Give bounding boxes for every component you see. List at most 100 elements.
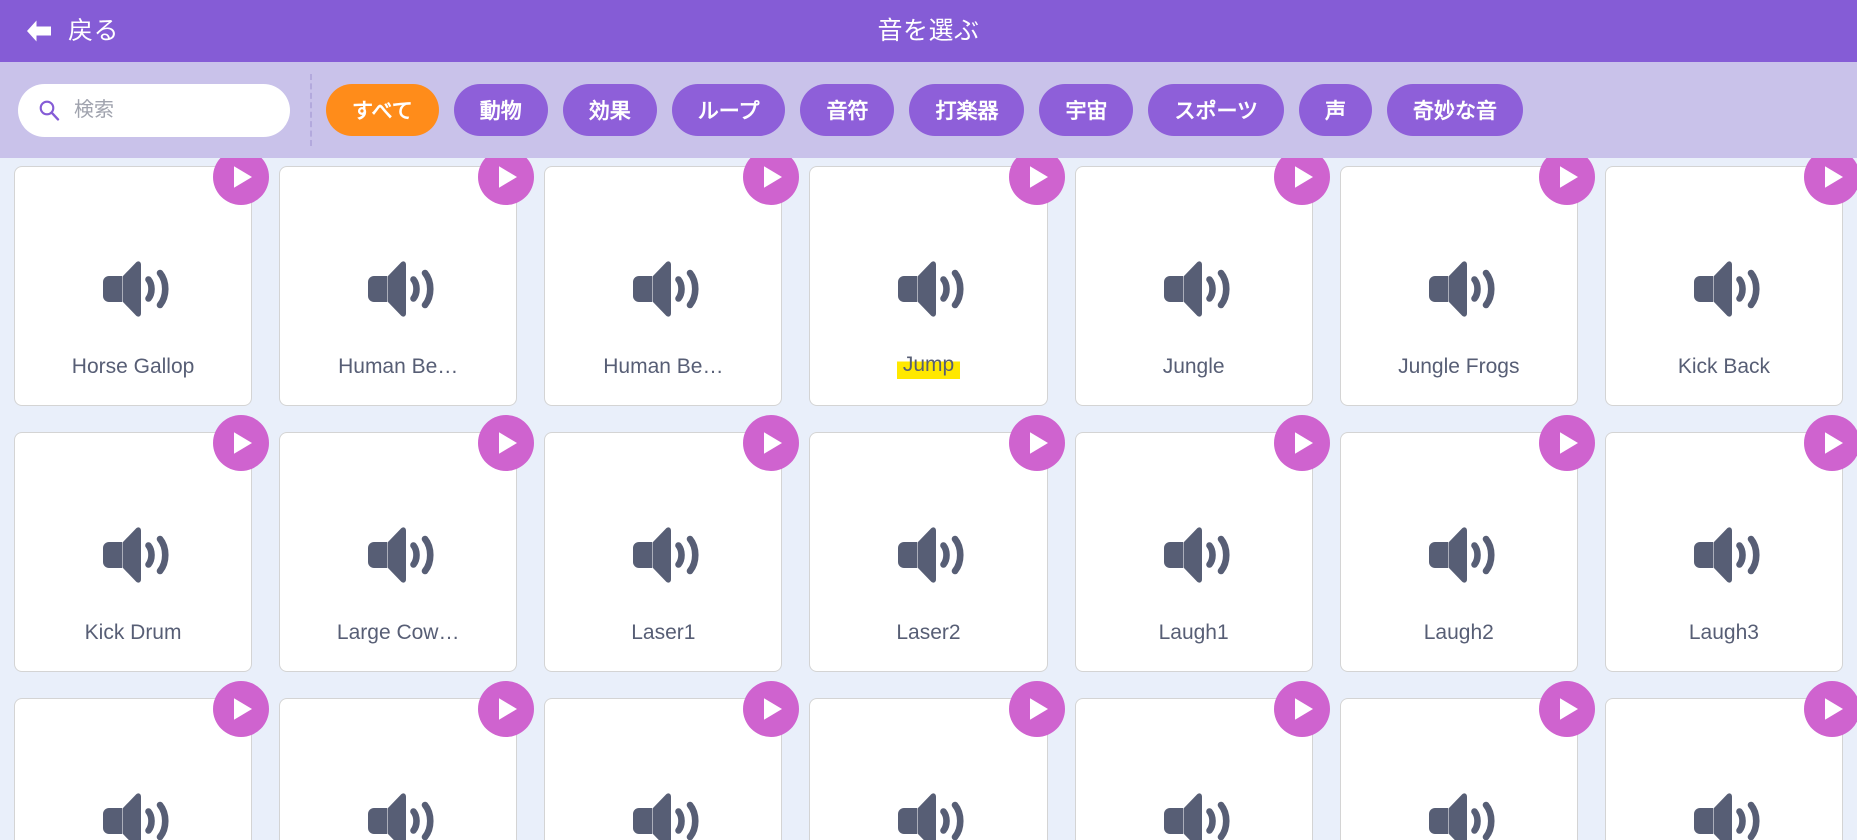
category-pill-5[interactable]: 打楽器	[909, 84, 1025, 136]
speaker-icon	[357, 254, 439, 324]
sound-card-label: Kick Back	[1677, 354, 1771, 378]
speaker-icon	[887, 520, 969, 590]
sound-card-label: Large Cow…	[336, 620, 460, 644]
play-button[interactable]	[743, 158, 800, 205]
sound-card[interactable]	[279, 681, 535, 840]
speaker-icon	[1153, 254, 1235, 324]
sound-card[interactable]: Laugh3	[1604, 415, 1857, 672]
sound-card-label: Horse Gallop	[71, 354, 195, 378]
speaker-icon	[1683, 254, 1765, 324]
sound-card-label-wrap: Kick Back	[1606, 355, 1842, 379]
sound-card-label-wrap: Human Be…	[280, 355, 516, 379]
play-button[interactable]	[478, 415, 535, 471]
sound-card[interactable]: Laugh1	[1074, 415, 1330, 672]
back-label: 戻る	[68, 16, 120, 45]
sound-card[interactable]: Kick Drum	[14, 415, 270, 672]
speaker-icon	[92, 254, 174, 324]
sound-card[interactable]: Laser2	[809, 415, 1065, 672]
sound-card[interactable]	[544, 681, 800, 840]
play-button[interactable]	[1538, 681, 1595, 737]
play-button[interactable]	[213, 158, 270, 205]
play-icon	[1557, 430, 1581, 456]
play-button[interactable]	[743, 415, 800, 471]
speaker-icon	[1153, 786, 1235, 840]
play-button[interactable]	[1008, 681, 1065, 737]
search-box[interactable]	[18, 83, 290, 137]
sound-card-label-highlighted: Jump	[896, 352, 961, 379]
category-pill-7[interactable]: スポーツ	[1148, 84, 1285, 136]
sound-grid-scroll-area[interactable]: Horse Gallop Human Be… Human Be… Jump Jungle…	[0, 158, 1857, 840]
play-icon	[1027, 164, 1051, 190]
play-button[interactable]	[1273, 158, 1330, 205]
sound-card-label-wrap: Laser2	[810, 621, 1046, 645]
filter-divider	[310, 74, 312, 146]
sound-card[interactable]: Horse Gallop	[14, 158, 270, 406]
speaker-icon	[92, 786, 174, 840]
filter-bar: すべて動物効果ループ音符打楽器宇宙スポーツ声奇妙な音	[0, 62, 1857, 158]
play-button[interactable]	[1803, 681, 1857, 737]
speaker-icon	[622, 786, 704, 840]
play-button[interactable]	[1538, 415, 1595, 471]
play-icon	[496, 164, 520, 190]
play-icon	[1822, 696, 1846, 722]
sound-card[interactable]: Human Be…	[279, 158, 535, 406]
sound-card[interactable]	[1604, 681, 1857, 840]
play-button[interactable]	[743, 681, 800, 737]
page-title: 音を選ぶ	[877, 16, 980, 45]
category-pill-4[interactable]: 音符	[800, 84, 895, 136]
sound-card-label-wrap: Laser1	[545, 621, 781, 645]
search-icon	[38, 99, 60, 121]
play-button[interactable]	[478, 158, 535, 205]
play-button[interactable]	[1538, 158, 1595, 205]
sound-card[interactable]: Jungle Frogs	[1339, 158, 1595, 406]
back-button[interactable]: 戻る	[18, 0, 125, 62]
play-button[interactable]	[1008, 158, 1065, 205]
play-icon	[1292, 696, 1316, 722]
play-button[interactable]	[213, 681, 270, 737]
sound-card-label: Laugh1	[1158, 620, 1229, 644]
speaker-icon	[887, 254, 969, 324]
play-button[interactable]	[1273, 681, 1330, 737]
sound-card-label-wrap: Laugh2	[1341, 621, 1577, 645]
play-button[interactable]	[1803, 158, 1857, 205]
sound-card[interactable]: Jungle	[1074, 158, 1330, 406]
speaker-icon	[1153, 520, 1235, 590]
sound-card-label-wrap: Jump	[810, 352, 1046, 379]
play-button[interactable]	[213, 415, 270, 471]
category-pill-0[interactable]: すべて	[326, 84, 439, 136]
sound-card[interactable]: Jump	[809, 158, 1065, 406]
speaker-icon	[622, 254, 704, 324]
sound-card[interactable]: Human Be…	[544, 158, 800, 406]
play-button[interactable]	[1008, 415, 1065, 471]
sound-card-label: Human Be…	[603, 354, 724, 378]
play-icon	[1292, 430, 1316, 456]
play-icon	[1822, 164, 1846, 190]
sound-card[interactable]	[809, 681, 1065, 840]
sound-card[interactable]: Laugh2	[1339, 415, 1595, 672]
sound-card[interactable]: Large Cow…	[279, 415, 535, 672]
sound-card[interactable]	[1074, 681, 1330, 840]
sound-card[interactable]: Laser1	[544, 415, 800, 672]
play-button[interactable]	[1273, 415, 1330, 471]
category-pill-8[interactable]: 声	[1299, 84, 1373, 136]
sound-card-label-wrap: Human Be…	[545, 355, 781, 379]
category-pill-2[interactable]: 効果	[562, 84, 657, 136]
play-button[interactable]	[478, 681, 535, 737]
sound-card-label: Human Be…	[338, 354, 459, 378]
sound-card-label: Laser2	[896, 620, 961, 644]
play-icon	[1027, 696, 1051, 722]
sound-card[interactable]	[1339, 681, 1595, 840]
category-pill-3[interactable]: ループ	[671, 84, 786, 136]
play-button[interactable]	[1803, 415, 1857, 471]
sound-card-label: Kick Drum	[84, 620, 182, 644]
search-input[interactable]	[74, 98, 276, 122]
play-icon	[761, 430, 785, 456]
category-pill-1[interactable]: 動物	[453, 84, 548, 136]
play-icon	[496, 430, 520, 456]
sound-card[interactable]	[14, 681, 270, 840]
speaker-icon	[357, 520, 439, 590]
category-pill-6[interactable]: 宇宙	[1039, 84, 1134, 136]
sound-card[interactable]: Kick Back	[1604, 158, 1857, 406]
category-pill-9[interactable]: 奇妙な音	[1387, 84, 1524, 136]
speaker-icon	[887, 786, 969, 840]
